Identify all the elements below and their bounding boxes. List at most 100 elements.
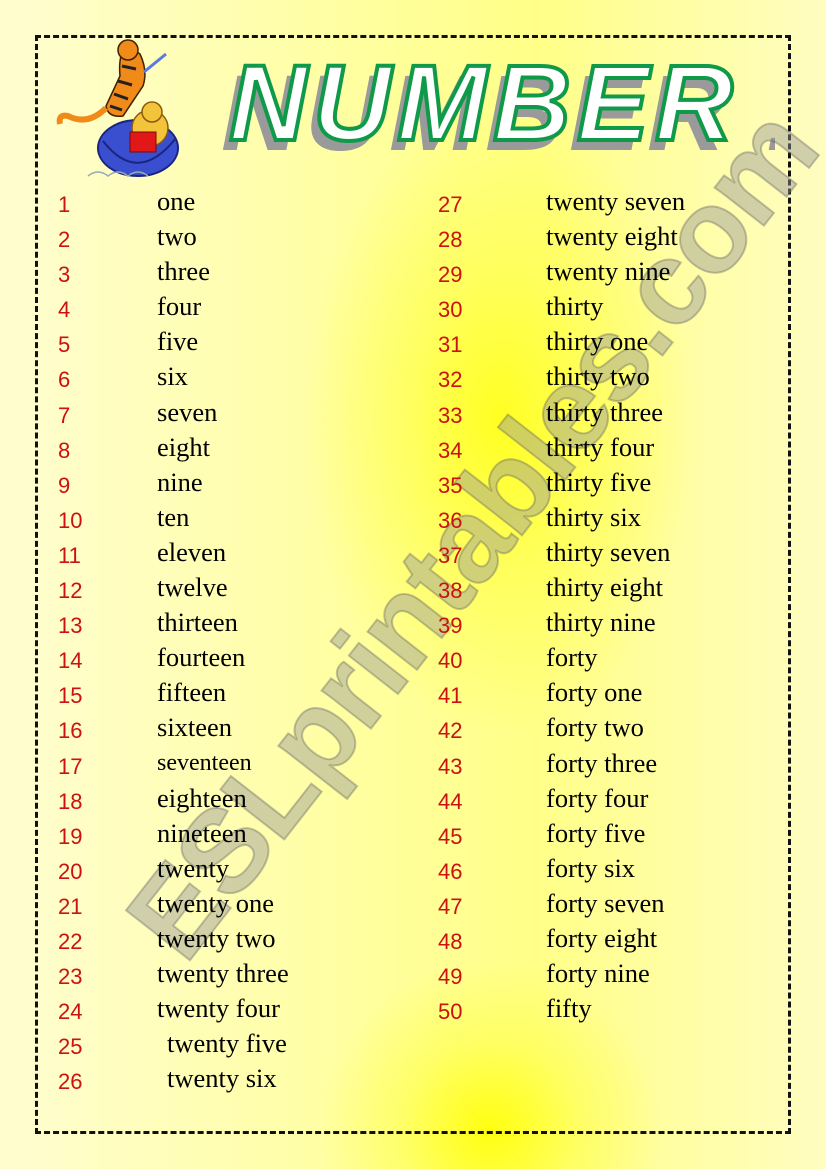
number-digit: 20 [58,858,83,884]
number-digit: 50 [438,999,463,1025]
number-digit: 28 [438,227,463,253]
number-digit: 37 [438,542,463,568]
number-digit: 34 [438,437,463,463]
number-digit: 1 [58,192,71,217]
number-word: one [157,186,196,216]
number-word: nine [157,466,203,497]
number-digit: 13 [58,613,83,639]
number-word: thirty six [546,501,641,532]
number-digit: 19 [58,823,83,849]
number-word: six [157,361,188,392]
number-word: eleven [157,536,227,567]
number-digit: 5 [58,332,71,358]
number-digit: 9 [58,472,71,498]
number-digit: 10 [58,507,83,533]
number-word: forty seven [546,887,665,918]
number-digit: 23 [58,964,83,990]
number-word: thirty five [546,466,652,497]
number-digit: 15 [58,683,83,709]
number-word: fifty [546,993,592,1024]
number-digit: 24 [58,999,83,1025]
number-word: nineteen [157,817,247,848]
number-digit: 26 [58,1069,83,1095]
number-word: twenty four [157,993,280,1024]
number-word: thirty one [546,326,649,357]
number-digit: 33 [438,402,463,428]
number-digit: 27 [438,192,463,217]
number-word: three [157,256,210,287]
number-digit: 41 [438,683,463,709]
number-word: forty six [546,852,636,883]
number-word: ten [157,501,190,532]
number-word: forty five [546,817,646,848]
number-word: thirty nine [546,607,656,638]
number-digit: 49 [438,964,463,990]
number-digit: 46 [438,858,463,884]
number-word: seven [157,396,218,427]
number-digit: 4 [58,297,71,323]
number-digit: 7 [58,402,71,428]
number-word: fifteen [157,677,227,708]
number-word: twenty five [167,1028,287,1059]
number-word: eight [157,431,210,462]
number-word: thirty [546,291,604,322]
number-digit: 30 [438,297,463,323]
number-digit: 32 [438,367,463,393]
number-word: twenty seven [546,186,686,216]
number-word: fourteen [157,642,246,673]
number-digit: 12 [58,578,83,604]
tigger-pooh-umbrella-illustration [56,39,179,177]
number-digit: 11 [58,542,81,568]
number-digit: 8 [58,437,71,463]
number-word: twelve [157,572,228,603]
number-word: four [157,291,202,322]
number-digit: 17 [58,753,83,779]
number-word: thirty seven [546,536,671,567]
number-word: thirteen [157,607,238,638]
number-digit: 18 [58,788,83,814]
number-word: eighteen [157,782,247,813]
number-digit: 35 [438,472,463,498]
number-digit: 40 [438,648,463,674]
number-word: forty two [546,712,644,743]
number-word: twenty [157,852,230,883]
number-word: thirty two [546,361,650,392]
number-digit: 14 [58,648,83,674]
number-word: forty one [546,677,643,708]
number-digit: 47 [438,893,463,919]
number-word: thirty three [546,396,663,427]
number-digit: 39 [438,613,463,639]
number-digit: 42 [438,718,463,744]
number-digit: 43 [438,753,463,779]
number-digit: 48 [438,928,463,954]
number-word: twenty one [157,887,275,918]
number-digit: 16 [58,718,83,744]
number-word: forty eight [546,922,658,953]
number-word: twenty three [157,958,289,989]
number-word: forty four [546,782,649,813]
number-digit: 38 [438,578,463,604]
number-word: thirty four [546,431,655,462]
number-word: thirty eight [546,572,664,603]
number-word: twenty nine [546,256,671,287]
number-word: seventeen [157,749,252,776]
number-digit: 3 [58,262,71,288]
number-word: twenty eight [546,221,678,252]
number-digit: 2 [58,227,71,253]
number-word: forty [546,642,598,673]
number-word: forty three [546,747,658,778]
number-digit: 36 [438,507,463,533]
number-word: forty nine [546,958,650,989]
number-digit: 44 [438,788,463,814]
number-word: five [157,326,199,357]
number-digit: 21 [58,893,83,919]
number-word: sixteen [157,712,233,743]
number-digit: 22 [58,928,83,954]
number-digit: 6 [58,367,71,393]
number-word: twenty six [167,1063,277,1094]
number-digit: 45 [438,823,463,849]
number-word: twenty two [157,922,276,953]
number-digit: 25 [58,1034,83,1060]
number-digit: 31 [438,332,463,358]
number-word: two [157,221,197,252]
